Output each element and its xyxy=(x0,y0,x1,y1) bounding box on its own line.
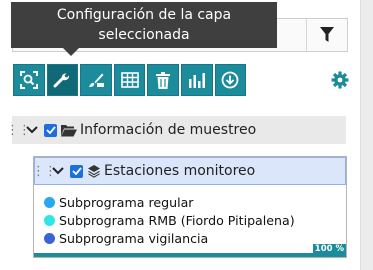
gear-icon[interactable] xyxy=(331,71,349,89)
layer-toolbar xyxy=(13,64,248,98)
legend-item: Subprograma vigilancia xyxy=(44,229,295,247)
group-label: Información de muestreo xyxy=(80,122,257,138)
tooltip-arrow xyxy=(63,48,79,56)
remove-layer-button[interactable] xyxy=(147,64,179,96)
layer-group-row[interactable]: ⋮⋮ Información de muestreo xyxy=(6,116,346,144)
legend-label: Subprograma RMB (Fiordo Pitipalena) xyxy=(59,212,295,228)
legend-item: Subprograma regular xyxy=(44,193,295,211)
legend-label: Subprograma vigilancia xyxy=(59,230,209,246)
chevron-down-icon[interactable] xyxy=(24,126,40,134)
progress-fill xyxy=(34,253,346,257)
drag-handle-icon[interactable]: ⋮⋮ xyxy=(32,164,57,179)
download-icon xyxy=(221,71,239,89)
scrollbar-track[interactable] xyxy=(361,0,373,270)
attribute-table-button[interactable] xyxy=(113,64,146,96)
trash-icon xyxy=(156,71,171,89)
filter-icon xyxy=(320,27,334,42)
drag-handle-icon[interactable]: ⋮⋮ xyxy=(6,123,31,138)
style-button[interactable] xyxy=(80,64,112,96)
layer-checkbox[interactable] xyxy=(70,164,83,178)
tooltip: Configuración de la capa seleccionada xyxy=(11,2,277,48)
legend-item: Subprograma RMB (Fiordo Pitipalena) xyxy=(44,211,295,229)
table-icon xyxy=(120,72,139,88)
layer-label: Estaciones monitoreo xyxy=(104,163,256,179)
download-button[interactable] xyxy=(214,64,247,96)
group-checkbox[interactable] xyxy=(44,123,57,137)
legend-swatch xyxy=(44,214,55,226)
progress-label: 100 % xyxy=(312,244,346,254)
legend-label: Subprograma regular xyxy=(59,194,194,210)
layer-settings-button[interactable] xyxy=(46,64,79,96)
style-icon xyxy=(88,73,104,87)
chevron-down-icon[interactable] xyxy=(50,167,66,175)
loading-progress-bar xyxy=(34,253,346,257)
layers-icon xyxy=(88,165,100,178)
filter-button[interactable] xyxy=(306,19,347,51)
legend-swatch xyxy=(44,196,55,208)
layer-panel: Configuración de la capa seleccionada xyxy=(0,0,361,270)
zoom-to-extent-icon xyxy=(19,71,38,89)
tooltip-text: Configuración de la capa seleccionada xyxy=(56,7,232,43)
folder-open-icon xyxy=(61,124,77,136)
bar-chart-icon xyxy=(188,73,205,88)
chart-button[interactable] xyxy=(180,64,213,96)
layer-row-selected[interactable]: ⋮⋮ Estaciones monitoreo xyxy=(32,157,346,185)
zoom-to-layer-button[interactable] xyxy=(13,64,45,96)
wrench-icon xyxy=(53,73,70,88)
legend-swatch xyxy=(44,232,55,244)
layer-item: ⋮⋮ Estaciones monitoreo Subprograma regu… xyxy=(32,156,347,258)
legend: Subprograma regular Subprograma RMB (Fio… xyxy=(44,193,295,247)
